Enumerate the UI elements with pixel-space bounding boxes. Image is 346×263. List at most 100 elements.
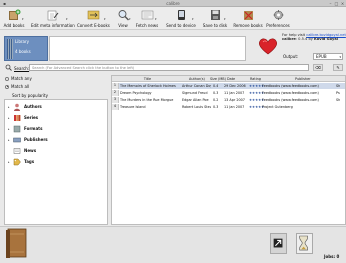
cell-date: 11 Jan 2007 [224,105,245,109]
remove-books-icon [243,11,253,20]
edit-metadata-icon [47,10,58,21]
maximize-icon[interactable]: □ [334,1,339,6]
output-format-value: EPUB [316,54,327,59]
authors-icon [14,103,20,111]
tag-category-tags[interactable]: ▸ Tags [8,157,34,166]
convert-ebooks-button[interactable]: ▾ Convert E-books [77,8,110,29]
add-books-icon [8,9,20,20]
row-number[interactable]: 1 [112,83,119,89]
save-to-disk-icon [210,10,220,20]
formats-icon [13,125,21,132]
match-any-label: Match any [11,76,32,81]
book-table: Title Author(s) Size (MB) Date Rating Pu… [111,75,346,225]
cell-publisher: Feedbooks (www.feedbooks.com) [262,91,319,95]
output-label: Output: [283,54,299,59]
status-bar [0,226,346,263]
remove-books-button[interactable]: Remove books [232,8,264,29]
cell-date: 29 Dec 2006 [224,84,246,88]
toolbar-label: Convert E-books [77,23,110,28]
row-number[interactable]: 2 [112,90,119,96]
window-title: calibre [166,1,180,6]
configure-search-button[interactable]: ✎ [333,64,343,71]
tag-category-news[interactable]: ▸ News [8,146,36,155]
row-number[interactable]: 4 [112,104,119,110]
toolbar-label: Edit meta information [31,23,75,28]
fetch-news-button[interactable]: ▾ Fetch news [135,8,159,29]
table-row[interactable]: The Murders in the Rue Morgue Edgar Alla… [119,97,345,103]
chevron-down-icon: ▾ [339,55,341,59]
edit-metadata-button[interactable]: ▾ Edit meta information [31,8,75,29]
column-header-rating[interactable]: Rating [250,77,261,81]
tag-category-publishers[interactable]: ▸ Publishers [8,135,48,144]
convert-icon [87,10,99,20]
cell-extra: Sh [336,84,341,88]
tag-label: Series [24,115,39,120]
library-title: Library [15,39,29,44]
library-button[interactable]: Library 4 books [4,36,48,61]
fetch-news-icon [141,10,153,20]
cell-publisher: Feedbooks (www.feedbooks.com) [262,98,319,102]
library-count: 4 books [15,49,31,54]
cell-size: 0.3 [213,105,219,109]
device-area [49,36,246,61]
book-cover-image[interactable] [5,228,27,259]
chevron-down-icon[interactable]: ▾ [22,17,24,21]
send-to-device-icon [177,10,185,20]
send-to-device-button[interactable]: ▾ Send to device [165,8,197,29]
match-any-radio[interactable]: Match any [5,76,32,81]
chevron-down-icon[interactable]: ▾ [224,17,226,21]
cell-publisher: Project Gutenberg [262,105,293,109]
cell-title: The Memoirs of Sherlock Holmes [120,84,176,88]
cell-size: 0.3 [213,91,219,95]
table-row[interactable]: Dream Psychology Sigmund Freud 0.3 11 Ja… [119,90,345,96]
tag-label: Publishers [24,137,48,142]
chevron-down-icon[interactable]: ▾ [155,17,157,21]
cell-size: 0.2 [213,98,219,102]
jobs-count: Jobs: 0 [324,254,340,259]
preferences-icon [273,10,283,20]
series-icon [14,114,21,121]
preferences-button[interactable]: Preferences [266,8,290,29]
cell-size: 0.4 [213,84,219,88]
chevron-down-icon[interactable]: ▾ [104,17,106,21]
match-all-radio[interactable]: Match all [5,84,29,89]
tag-category-series[interactable]: ▸ Series [8,113,38,122]
tag-category-formats[interactable]: ▸ Formats [8,124,42,133]
chevron-down-icon[interactable]: ▾ [192,17,194,21]
column-header-date[interactable]: Date [227,77,235,81]
chevron-down-icon[interactable]: ▾ [129,17,131,21]
version-number: : 0.5.4 by [295,37,313,41]
table-row[interactable]: Treasure Island Robert Louis Stevenson 0… [119,104,345,110]
version-app: calibre [282,37,296,41]
advanced-search-icon[interactable] [5,64,12,71]
hourglass-icon [299,235,308,251]
jobs-button[interactable] [296,233,313,254]
add-books-button[interactable]: ▾ Add books [1,8,27,29]
main-toolbar: ▾ Add books ▾ Edit meta information ▾ Co… [0,7,346,30]
help-info: For help visit calibre.kovidgoyal.net ca… [282,33,346,41]
match-all-label: Match all [11,84,30,89]
cell-date: 11 Jan 2007 [224,91,245,95]
column-header-publisher[interactable]: Publisher [295,77,311,81]
tag-editor-button[interactable] [270,233,287,254]
clear-search-button[interactable]: ⌫ [313,64,323,71]
search-input[interactable]: Search (For Advanced Search click the bu… [29,64,309,71]
close-icon[interactable]: × [340,1,345,6]
tag-category-authors[interactable]: ▸ Authors [8,102,42,111]
cell-extra: Sh [336,98,341,102]
minimize-icon[interactable]: – [328,1,333,6]
column-header-size[interactable]: Size (MB) [210,77,226,81]
wrench-icon: ✎ [336,65,340,70]
chevron-down-icon[interactable]: ▾ [66,17,68,21]
save-to-disk-button[interactable]: ▾ Save to disk [202,8,228,29]
view-icon [118,10,129,21]
column-header-authors[interactable]: Author(s) [189,77,205,81]
view-button[interactable]: ▾ View [113,8,133,29]
sort-by-popularity-checkbox[interactable]: Sort by popularity [12,93,48,98]
table-row[interactable]: The Memoirs of Sherlock Holmes Arthur Co… [119,83,345,89]
row-number[interactable]: 3 [112,97,119,103]
donate-heart-icon[interactable] [258,37,278,55]
output-format-select[interactable]: EPUB ▾ [313,53,343,60]
cell-title: Dream Psychology [120,91,152,95]
toolbar-label: Remove books [233,23,263,28]
